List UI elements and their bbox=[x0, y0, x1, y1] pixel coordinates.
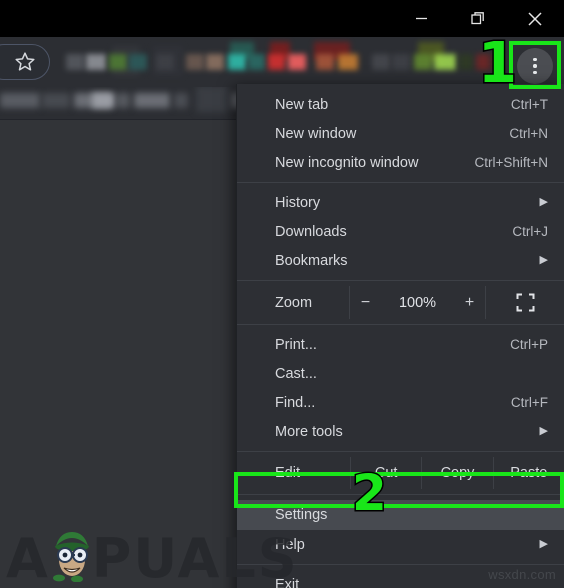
menu-item-label: Exit bbox=[275, 576, 300, 588]
menu-separator bbox=[237, 182, 564, 183]
menu-separator bbox=[237, 494, 564, 495]
menu-item-history[interactable]: History ▶ bbox=[237, 188, 564, 217]
blurred-text-block bbox=[174, 93, 188, 108]
zoom-out-button[interactable]: − bbox=[357, 294, 375, 311]
blurred-text-block bbox=[92, 93, 114, 108]
bookmark-chip[interactable] bbox=[338, 54, 358, 70]
menu-item-shortcut: Ctrl+T bbox=[510, 97, 548, 112]
menu-item-label: New incognito window bbox=[275, 154, 419, 171]
bookmark-chip[interactable] bbox=[392, 54, 410, 70]
menu-item-label: New tab bbox=[275, 96, 329, 113]
chevron-right-icon: ▶ bbox=[539, 196, 548, 208]
chevron-right-icon: ▶ bbox=[539, 254, 548, 266]
zoom-controls: − 100% + bbox=[349, 286, 486, 319]
menu-item-bookmarks[interactable]: Bookmarks ▶ bbox=[237, 246, 564, 275]
menu-separator bbox=[237, 280, 564, 281]
menu-item-help[interactable]: Help ▶ bbox=[237, 530, 564, 559]
copy-button[interactable]: Copy bbox=[421, 457, 492, 489]
cut-button[interactable]: Cut bbox=[350, 457, 421, 489]
edit-label: Edit bbox=[275, 465, 300, 481]
paste-button[interactable]: Paste bbox=[492, 457, 564, 489]
bookmark-chip[interactable] bbox=[459, 54, 473, 70]
dot-1 bbox=[533, 57, 537, 62]
browser-window: New tab Ctrl+T New window Ctrl+N New inc… bbox=[0, 0, 564, 588]
menu-item-label: More tools bbox=[275, 423, 343, 440]
menu-item-label: Help bbox=[275, 536, 305, 553]
menu-item-more-tools[interactable]: More tools ▶ bbox=[237, 417, 564, 446]
menu-item-label: Find... bbox=[275, 394, 316, 411]
bookmark-chip[interactable] bbox=[476, 54, 490, 70]
bookmark-chip[interactable] bbox=[248, 54, 265, 70]
bookmark-chip[interactable] bbox=[288, 54, 306, 70]
bookmark-chip[interactable] bbox=[186, 54, 204, 70]
menu-item-settings[interactable]: Settings bbox=[237, 500, 564, 530]
bookmark-star-icon bbox=[15, 52, 35, 71]
menu-item-label: Bookmarks bbox=[275, 252, 348, 269]
menu-separator bbox=[237, 451, 564, 452]
menu-item-new-window[interactable]: New window Ctrl+N bbox=[237, 119, 564, 148]
menu-item-shortcut: Ctrl+F bbox=[510, 395, 548, 410]
menu-item-find[interactable]: Find... Ctrl+F bbox=[237, 388, 564, 417]
close-icon bbox=[528, 11, 542, 26]
menu-item-label: Settings bbox=[275, 507, 328, 523]
blurred-text-block bbox=[116, 93, 130, 108]
menu-item-shortcut: Ctrl+P bbox=[510, 337, 548, 352]
bookmark-chip[interactable] bbox=[156, 54, 174, 70]
bookmark-chip[interactable] bbox=[434, 54, 456, 70]
blurred-text-block bbox=[134, 93, 170, 108]
zoom-level-value: 100% bbox=[398, 294, 437, 311]
minimize-button[interactable] bbox=[398, 0, 444, 37]
blurred-text-block bbox=[196, 87, 228, 112]
zoom-label: Zoom bbox=[275, 294, 313, 311]
bookmark-chip[interactable] bbox=[228, 54, 246, 70]
zoom-in-button[interactable]: + bbox=[461, 294, 479, 311]
dot-3 bbox=[533, 70, 537, 75]
menu-item-label: Downloads bbox=[275, 223, 347, 240]
dot-2 bbox=[533, 64, 537, 68]
minimize-icon bbox=[415, 17, 427, 20]
menu-item-cast[interactable]: Cast... bbox=[237, 359, 564, 388]
menu-item-shortcut: Ctrl+N bbox=[509, 126, 548, 141]
bookmark-chip[interactable] bbox=[316, 54, 334, 70]
fullscreen-icon bbox=[516, 293, 534, 312]
bookmark-chip[interactable] bbox=[109, 54, 127, 70]
chrome-main-menu: New tab Ctrl+T New window Ctrl+N New inc… bbox=[236, 84, 564, 588]
bookmark-chip[interactable] bbox=[66, 54, 84, 70]
menu-item-downloads[interactable]: Downloads Ctrl+J bbox=[237, 217, 564, 246]
menu-item-shortcut: Ctrl+J bbox=[512, 224, 548, 239]
menu-separator bbox=[237, 324, 564, 325]
menu-item-label: History bbox=[275, 194, 321, 211]
bookmark-chip[interactable] bbox=[372, 54, 390, 70]
menu-item-print[interactable]: Print... Ctrl+P bbox=[237, 330, 564, 359]
menu-separator bbox=[237, 564, 564, 565]
appuals-mascot-icon bbox=[53, 532, 89, 582]
bookmark-chip[interactable] bbox=[206, 54, 224, 70]
menu-item-label: New window bbox=[275, 125, 357, 142]
bookmarks-bar bbox=[0, 37, 564, 87]
bookmark-chip[interactable] bbox=[492, 54, 502, 70]
title-bar bbox=[0, 0, 564, 37]
blurred-text-block bbox=[42, 93, 70, 108]
menu-edit-row: Edit Cut Copy Paste bbox=[237, 457, 564, 489]
menu-item-new-incognito-window[interactable]: New incognito window Ctrl+Shift+N bbox=[237, 148, 564, 177]
chevron-right-icon: ▶ bbox=[539, 538, 548, 550]
menu-item-shortcut: Ctrl+Shift+N bbox=[474, 155, 548, 170]
bookmark-chip[interactable] bbox=[86, 54, 106, 70]
restore-icon bbox=[470, 12, 484, 25]
bookmark-chip[interactable] bbox=[268, 54, 285, 70]
blurred-text-block bbox=[0, 93, 40, 108]
menu-zoom-row: Zoom − 100% + bbox=[237, 286, 564, 319]
chevron-right-icon: ▶ bbox=[539, 425, 548, 437]
menu-item-new-tab[interactable]: New tab Ctrl+T bbox=[237, 90, 564, 119]
maximize-button[interactable] bbox=[455, 0, 501, 37]
bookmark-star-button[interactable] bbox=[0, 44, 50, 80]
menu-item-label: Print... bbox=[275, 336, 317, 353]
bookmark-chip[interactable] bbox=[414, 54, 432, 70]
menu-item-label: Cast... bbox=[275, 365, 317, 382]
close-button[interactable] bbox=[512, 0, 558, 37]
fullscreen-button[interactable] bbox=[486, 286, 564, 319]
site-watermark: wsxdn.com bbox=[488, 567, 556, 582]
bookmark-chip[interactable] bbox=[129, 54, 147, 70]
three-dot-menu-button[interactable] bbox=[517, 48, 553, 84]
